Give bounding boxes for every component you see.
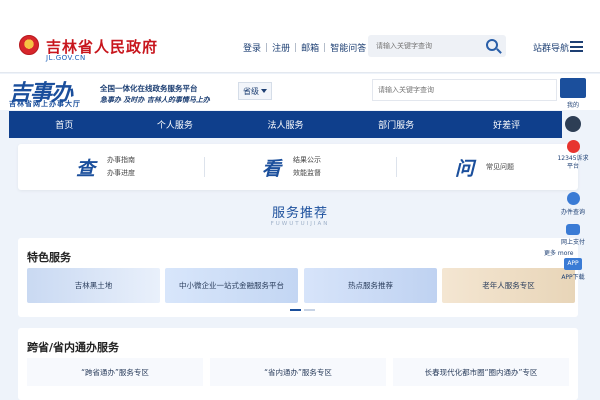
search-icon[interactable] — [486, 39, 498, 51]
divider: | — [294, 42, 298, 53]
smart-qa-link[interactable]: 智能问答 — [330, 41, 366, 54]
divider — [396, 157, 397, 177]
site-nav-link[interactable]: 站群导航 — [533, 41, 569, 54]
side-query[interactable]: 办件查询 — [553, 192, 593, 216]
region-label: 省级 — [243, 86, 259, 96]
progress-link[interactable]: 办事进度 — [107, 167, 135, 180]
side-12345[interactable]: 12345诉求平台 — [553, 140, 593, 171]
side-query-label: 办件查询 — [560, 209, 585, 216]
cross-region-panel: 跨省/省内通办服务 “跨省通办”服务专区 “省内通办”服务专区 长春现代化都市圈… — [18, 328, 578, 400]
mail-link[interactable]: 邮箱 — [301, 41, 319, 54]
divider — [204, 157, 205, 177]
top-links: 登录 | 注册 | 邮箱 | 智能问答 — [243, 41, 366, 55]
featured-card[interactable]: 吉林黑土地 — [27, 268, 160, 303]
slogan-line2: 急事办 及时办 吉林人的事情马上办 — [100, 96, 210, 104]
featured-title: 特色服务 — [27, 251, 71, 264]
quick-ask-group: 问 常见问题 — [455, 144, 514, 190]
side-robot[interactable] — [553, 116, 593, 134]
side-more[interactable]: 更多 more — [544, 248, 584, 257]
guide-link[interactable]: 办事指南 — [107, 154, 135, 167]
featured-services-panel: 特色服务 吉林黑土地 中小微企业一站式金融服务平台 热点服务推荐 老年人服务专区 — [18, 238, 578, 317]
carousel-dots — [290, 309, 315, 311]
divider: | — [323, 42, 327, 53]
supervision-link[interactable]: 效能监督 — [293, 167, 321, 180]
side-pay[interactable]: 网上支付 — [553, 224, 593, 246]
result-link[interactable]: 结果公示 — [293, 154, 321, 167]
menu-icon[interactable] — [570, 41, 583, 52]
faq-link[interactable]: 常见问题 — [486, 161, 514, 174]
ask-glyph: 问 — [455, 157, 475, 180]
chevron-down-icon — [261, 89, 267, 93]
nav-rating[interactable]: 好差评 — [451, 111, 562, 138]
cross-item[interactable]: 长春现代化都市圈“圈内通办”专区 — [393, 358, 569, 386]
national-emblem-icon — [19, 35, 39, 55]
phone-icon — [566, 140, 580, 153]
login-link[interactable]: 登录 — [243, 41, 261, 54]
side-my-label: 我的 — [566, 102, 579, 109]
search-doc-icon — [566, 192, 580, 205]
side-my[interactable]: 我的 — [553, 78, 593, 109]
carousel-dot[interactable] — [290, 309, 301, 311]
region-select[interactable]: 省级 — [238, 82, 272, 100]
recommend-subtitle: FUWUTUIJIAN — [270, 221, 330, 227]
site-url: JL.GOV.CN — [46, 54, 86, 62]
recommend-title: 服务推荐 — [271, 206, 328, 221]
main-search-input[interactable] — [372, 79, 557, 101]
featured-card[interactable]: 热点服务推荐 — [304, 268, 437, 303]
brand-subtitle: 吉林省网上办事大厅 — [9, 100, 81, 108]
quick-access-panel: 查 办事指南 办事进度 看 结果公示 效能监督 问 常见问题 — [18, 144, 578, 190]
featured-card[interactable]: 中小微企业一站式金融服务平台 — [165, 268, 298, 303]
wallet-icon — [566, 224, 580, 235]
main-nav: 首页 个人服务 法人服务 部门服务 好差评 — [9, 111, 562, 138]
quick-check-group: 查 办事指南 办事进度 — [76, 144, 135, 190]
view-glyph: 看 — [262, 157, 282, 180]
side-app-label: APP下载 — [561, 274, 585, 281]
user-icon — [560, 78, 586, 98]
nav-department[interactable]: 部门服务 — [341, 111, 452, 138]
cross-item[interactable]: “省内通办”服务专区 — [210, 358, 386, 386]
cross-title: 跨省/省内通办服务 — [27, 341, 120, 354]
register-link[interactable]: 注册 — [272, 41, 290, 54]
cross-item[interactable]: “跨省通办”服务专区 — [27, 358, 203, 386]
quick-view-group: 看 结果公示 效能监督 — [262, 144, 321, 190]
app-icon: APP — [564, 258, 582, 270]
nav-corporate[interactable]: 法人服务 — [230, 111, 341, 138]
side-pay-label: 网上支付 — [560, 239, 585, 246]
carousel-dot[interactable] — [304, 309, 315, 311]
side-12345-label: 12345诉求平台 — [557, 155, 589, 170]
divider: | — [265, 42, 269, 53]
nav-home[interactable]: 首页 — [9, 111, 120, 138]
robot-icon — [565, 116, 581, 132]
nav-personal[interactable]: 个人服务 — [120, 111, 231, 138]
check-glyph: 查 — [76, 157, 96, 180]
slogan-line1: 全国一体化在线政务服务平台 — [100, 84, 198, 93]
side-app[interactable]: APP APP下载 — [553, 258, 593, 281]
